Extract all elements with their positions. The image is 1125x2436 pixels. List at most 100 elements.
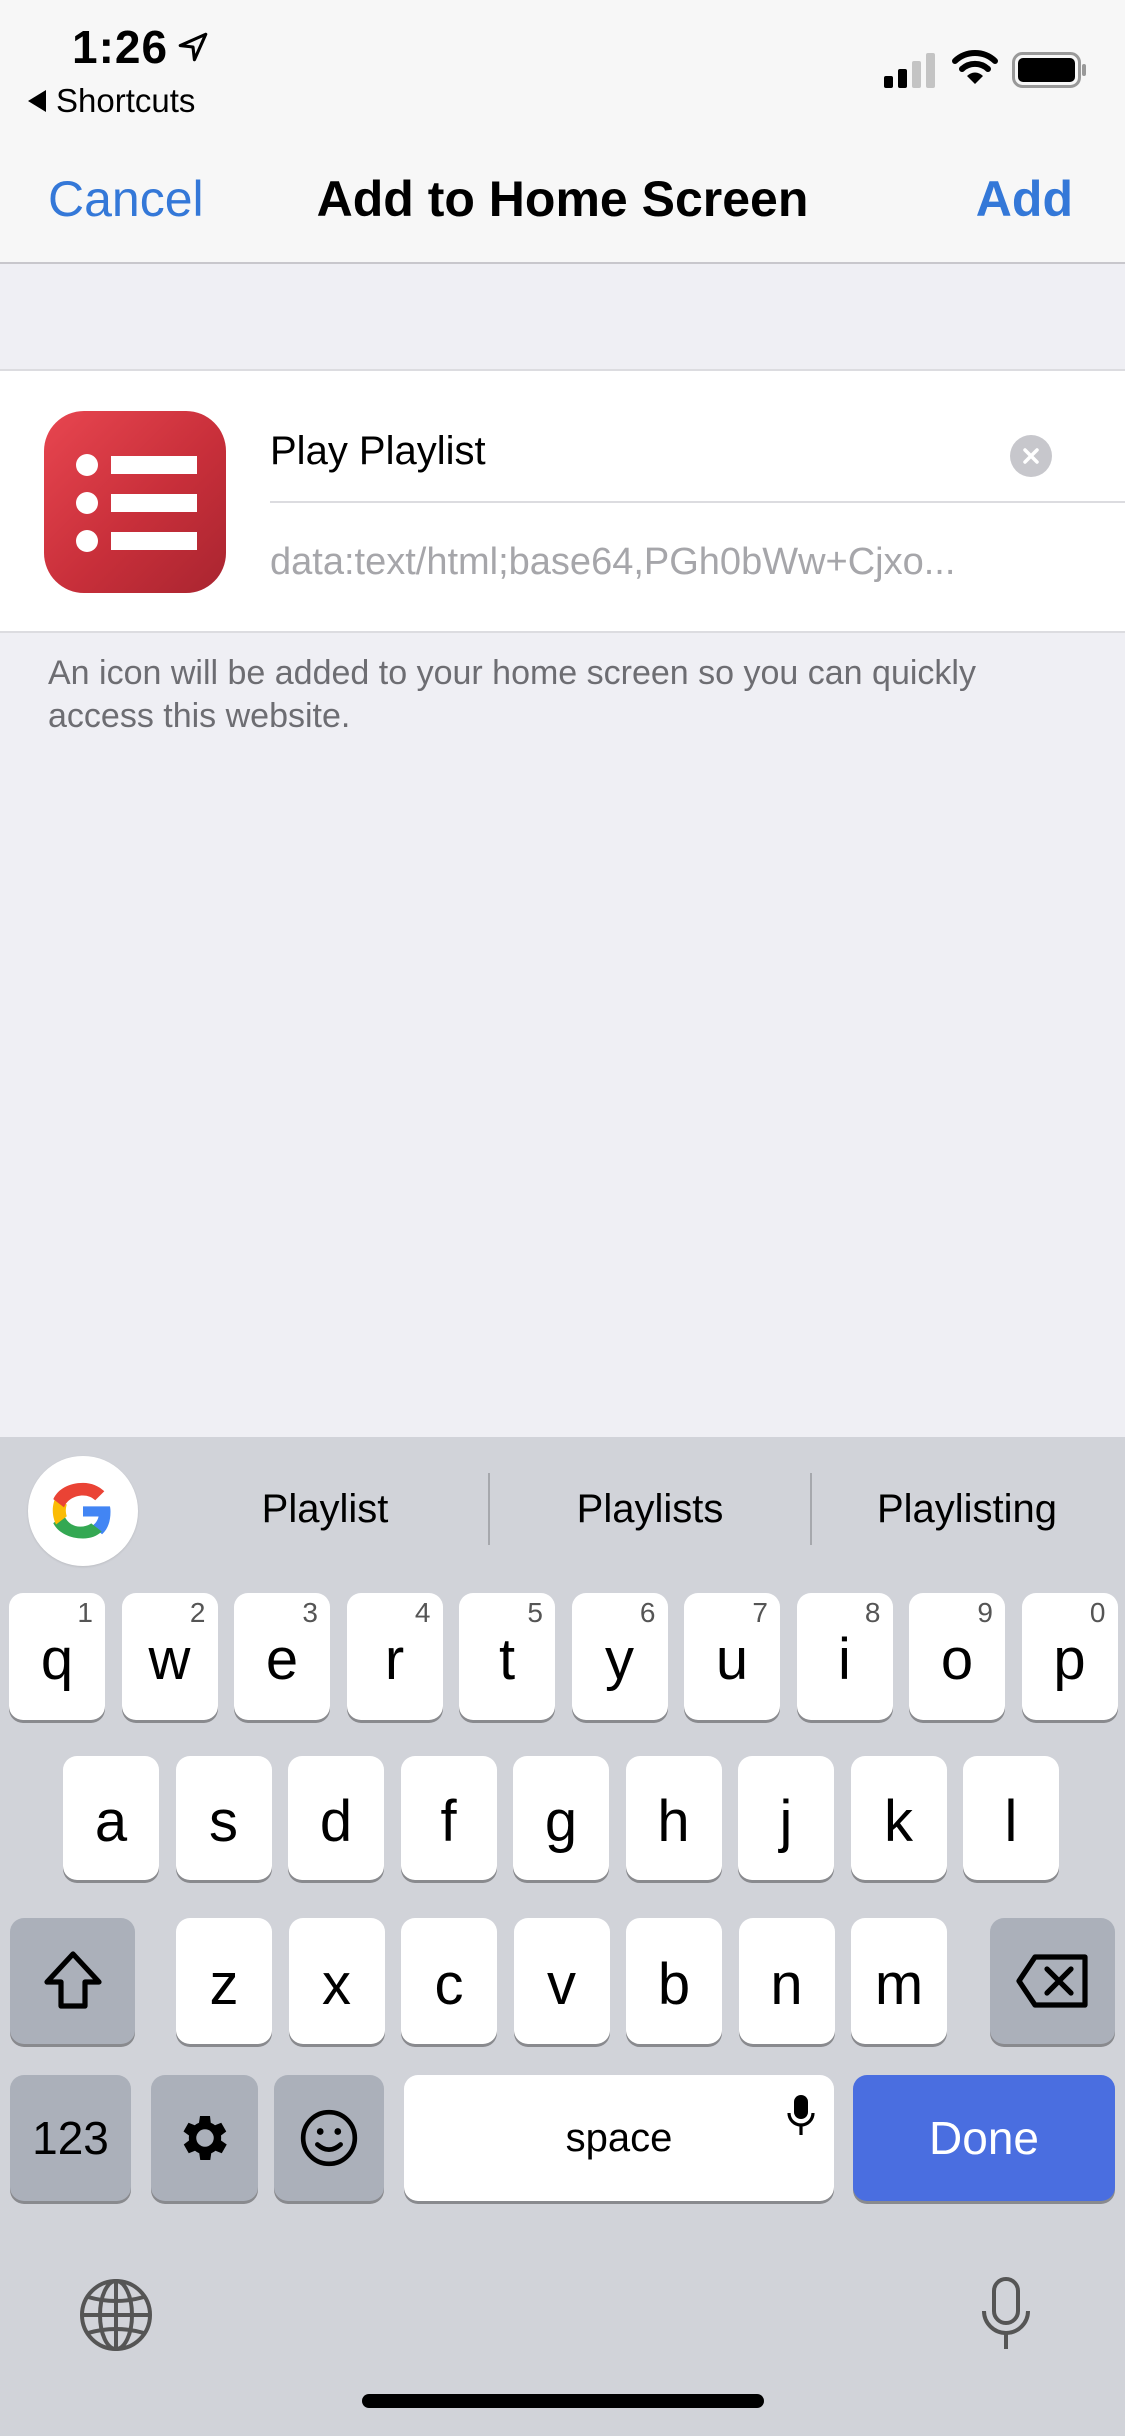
add-button[interactable]: Add (976, 170, 1073, 228)
key-letter: d (319, 1788, 353, 1854)
key-letter: f (440, 1788, 457, 1854)
key-number-hint: 2 (189, 1597, 206, 1628)
location-arrow-icon (178, 32, 208, 62)
key-letter: r (384, 1627, 405, 1692)
letter-key[interactable]: c (401, 1918, 497, 2044)
back-triangle-icon (28, 90, 46, 112)
letter-key[interactable]: g (513, 1756, 609, 1880)
letter-key[interactable]: j (738, 1756, 834, 1880)
letter-key[interactable]: s (175, 1756, 272, 1880)
cell-divider (270, 501, 1125, 503)
status-bar: 1:26 Shortcuts (0, 0, 1125, 130)
clear-text-button[interactable] (1010, 435, 1052, 477)
letter-key[interactable]: 9o (909, 1593, 1005, 1720)
key-letter: k (884, 1788, 913, 1854)
microphone-icon[interactable] (978, 2275, 1034, 2355)
key-letter: m (874, 1951, 924, 2017)
key-letter: q (40, 1627, 74, 1692)
key-letter: x (322, 1951, 351, 2017)
letter-key[interactable]: z (176, 1918, 272, 2044)
keyboard: Playlist Playlists Playlisting 123 space… (0, 1437, 1125, 2436)
suggestion-item[interactable]: Playlist (180, 1469, 470, 1549)
key-letter: e (265, 1627, 299, 1692)
suggestion-divider (810, 1473, 812, 1545)
letter-key[interactable]: 2w (121, 1593, 218, 1720)
delete-key[interactable] (990, 1918, 1115, 2044)
letter-key[interactable]: n (738, 1918, 835, 2044)
letter-key[interactable]: 3e (234, 1593, 330, 1720)
numbers-key[interactable]: 123 (10, 2075, 131, 2201)
clear-text-icon (1023, 448, 1039, 464)
gear-icon (183, 2116, 227, 2160)
key-letter: a (94, 1788, 128, 1854)
key-letter: g (544, 1788, 578, 1854)
key-letter: u (715, 1627, 749, 1692)
letter-key[interactable]: v (513, 1918, 610, 2044)
letter-key[interactable]: 0p (1021, 1593, 1118, 1720)
home-indicator[interactable] (362, 2394, 764, 2408)
suggestion-item[interactable]: Playlisting (822, 1469, 1112, 1549)
key-number-hint: 8 (864, 1597, 881, 1628)
letter-key[interactable]: f (400, 1756, 497, 1880)
list-dot (76, 492, 98, 514)
key-letter: w (148, 1627, 191, 1692)
back-to-shortcuts[interactable]: Shortcuts (28, 82, 195, 120)
space-label: space (565, 2115, 673, 2160)
google-button[interactable] (28, 1456, 138, 1566)
list-icon[interactable] (44, 411, 226, 593)
letter-key[interactable]: d (288, 1756, 384, 1880)
suggestion-item[interactable]: Playlists (500, 1469, 800, 1549)
list-dot (76, 530, 98, 552)
letter-key[interactable]: l (963, 1756, 1059, 1880)
keyboard-settings-key[interactable] (151, 2075, 258, 2201)
shift-icon (43, 1951, 102, 2009)
key-number-hint: 9 (977, 1597, 993, 1628)
emoji-icon (300, 2109, 358, 2167)
key-number-hint: 1 (77, 1597, 93, 1628)
battery-icon (1012, 52, 1086, 88)
letter-key[interactable]: b (626, 1918, 722, 2044)
suggestion-bar: Playlist Playlists Playlisting (0, 1437, 1125, 1577)
status-time: 1:26 (72, 21, 169, 73)
letter-key[interactable]: k (850, 1756, 947, 1880)
list-dot (76, 454, 98, 476)
key-letter: s (209, 1788, 238, 1854)
list-bar (111, 494, 197, 512)
cellular-signal-icon (884, 53, 935, 88)
key-letter: j (779, 1788, 793, 1854)
back-app-label: Shortcuts (56, 82, 196, 119)
suggestion-divider (488, 1473, 490, 1545)
shortcut-name-input[interactable] (270, 411, 1010, 491)
key-number-hint: 4 (414, 1597, 431, 1628)
shortcut-url: data:text/html;base64,PGh0bWw+Cjxo... (270, 541, 956, 583)
shift-key[interactable] (10, 1918, 135, 2044)
letter-key[interactable]: 6y (571, 1593, 668, 1720)
key-letter: p (1053, 1627, 1086, 1692)
key-letter: t (498, 1627, 516, 1692)
letter-key[interactable]: 1q (9, 1593, 105, 1720)
key-letter: v (547, 1951, 576, 2017)
letter-key[interactable]: m (851, 1918, 947, 2044)
key-letter: z (209, 1951, 239, 2017)
key-letter: o (940, 1627, 974, 1692)
navigation-bar: Add to Home Screen Cancel Add (0, 130, 1125, 264)
letter-key[interactable]: 7u (684, 1593, 780, 1720)
done-key[interactable]: Done (853, 2075, 1115, 2201)
globe-icon[interactable] (76, 2275, 156, 2355)
cancel-button[interactable]: Cancel (48, 170, 204, 228)
key-number-hint: 6 (639, 1597, 656, 1628)
footer-note: An icon will be added to your home scree… (48, 654, 976, 735)
letter-key[interactable]: 5t (459, 1593, 555, 1720)
space-key[interactable]: space (404, 2075, 834, 2201)
shortcut-cell: data:text/html;base64,PGh0bWw+Cjxo... (0, 369, 1125, 633)
key-letter: c (434, 1951, 464, 2017)
letter-key[interactable]: 4r (346, 1593, 443, 1720)
key-number-hint: 5 (527, 1597, 543, 1628)
letter-key[interactable]: a (63, 1756, 159, 1880)
list-bar (111, 456, 197, 474)
key-letter: n (770, 1951, 803, 2017)
letter-key[interactable]: 8i (796, 1593, 893, 1720)
letter-key[interactable]: x (288, 1918, 385, 2044)
letter-key[interactable]: h (625, 1756, 722, 1880)
emoji-key[interactable] (274, 2075, 384, 2201)
